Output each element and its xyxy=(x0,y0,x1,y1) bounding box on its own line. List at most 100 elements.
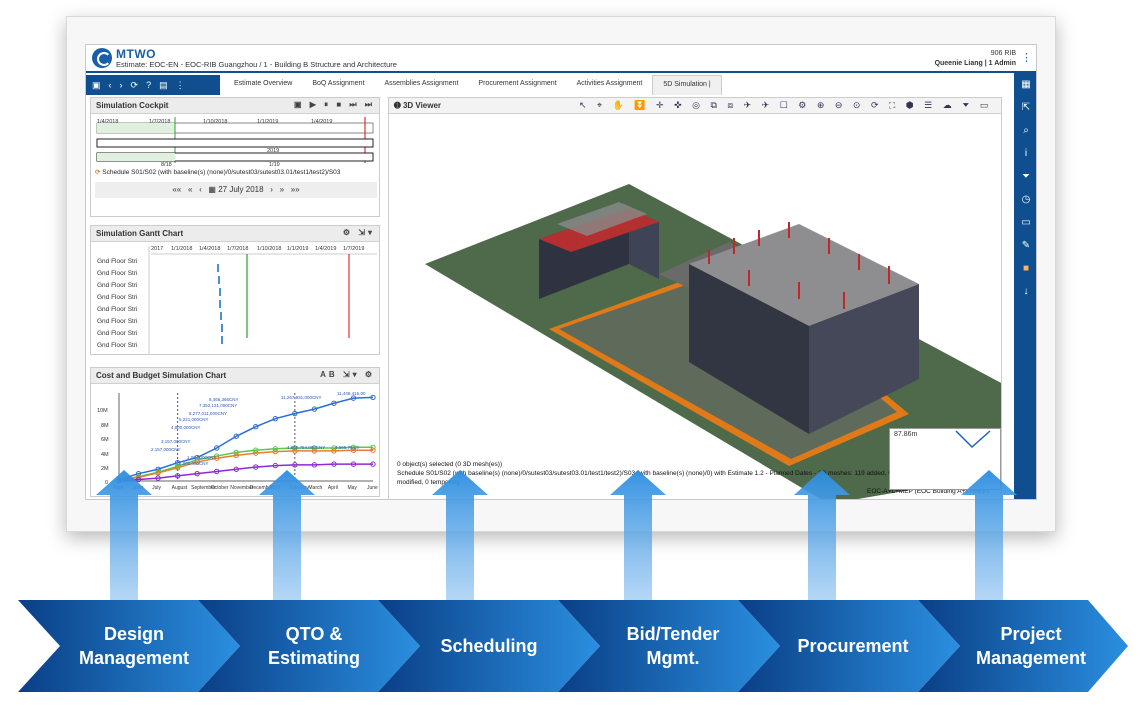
data-label: 6,277,011,000CNY xyxy=(189,411,227,416)
data-label: 4,566,764,000CNY xyxy=(287,445,325,450)
timeline-label: 1/7/2018 xyxy=(149,119,171,125)
previous-icon[interactable]: ‹ xyxy=(109,80,112,90)
viewer-number-icon: ➊ xyxy=(394,101,401,110)
current-date[interactable]: 27 July 2018 xyxy=(218,185,263,194)
viewer-title-text: 3D Viewer xyxy=(402,101,442,110)
cockpit-title-text: Simulation Cockpit xyxy=(96,101,169,110)
timeline-label: 1/4/2018 xyxy=(97,119,119,125)
module-tabs: Estimate Overview BoQ Assignment Assembl… xyxy=(224,75,722,95)
right-sidebar: ▦ ⇱ ⌕ i ⏷ ◷ ▭ ✎ ■ ↓ xyxy=(1014,73,1036,499)
breadcrumb[interactable]: Estimate: EOC-EN - EOC-RIB Guangzhou / 1… xyxy=(116,60,397,69)
playback-controls[interactable]: ▣ ▶ ⏸ ■ ⏭ ⏭ xyxy=(294,100,375,110)
viewer-minimap[interactable]: 87.86m xyxy=(889,428,1001,490)
tab-boq-assignment[interactable]: BoQ Assignment xyxy=(302,75,374,95)
simulation-cockpit-title: Simulation Cockpit ▣ ▶ ⏸ ■ ⏭ ⏭ xyxy=(91,98,379,114)
step-back-many-icon[interactable]: « xyxy=(188,185,192,194)
data-label: 5,221,000CNY xyxy=(179,417,209,422)
filter-icon[interactable]: ⏷ xyxy=(1014,165,1036,188)
user-label: Queenie Liang | 1 Admin xyxy=(934,60,1016,67)
data-label: 8,466,366CNY xyxy=(209,397,239,402)
more-menu-icon[interactable]: ⋮ xyxy=(1021,51,1032,64)
process-step-design-management: Design Management xyxy=(60,600,208,692)
schedule-label[interactable]: ⟳ Schedule S01/S02 (with baseline(s) (no… xyxy=(95,168,377,178)
jump-last-icon[interactable]: »» xyxy=(291,185,300,194)
user-info[interactable]: 906 RIB Queenie Liang | 1 Admin xyxy=(935,49,1016,69)
data-label: 11,267,931,000CNY xyxy=(281,395,321,400)
app-header: MTWO Estimate: EOC-EN - EOC-RIB Guangzho… xyxy=(86,45,1036,73)
data-label: 4,566,764,0 xyxy=(335,445,359,450)
timeline-label: 1/4/2019 xyxy=(311,119,333,125)
cockpit-timeline[interactable] xyxy=(91,115,380,173)
step-back-icon[interactable]: ‹ xyxy=(199,185,202,194)
process-label: Scheduling xyxy=(440,636,538,656)
3d-viewer-panel[interactable]: ➊ 3D Viewer ↖ ⌖ ✋ ⏬ ✛ ✜ ◎ ⧉ ⧈ ✈ ✈ ☐ ⚙ ⊕ … xyxy=(388,97,1002,499)
process-label: Management xyxy=(975,648,1087,668)
x-tick-label: May xyxy=(347,485,357,491)
save-icon[interactable]: ▣ xyxy=(92,80,101,91)
gantt-bars xyxy=(148,246,377,354)
grid-icon[interactable]: ▦ xyxy=(1014,73,1036,96)
toolbar-buttons: ▣ ‹ › ⟳ ? ▤ ⋮ xyxy=(86,75,220,95)
timeline-label: 1/10/2018 xyxy=(203,119,228,125)
process-label: QTO & xyxy=(285,624,343,644)
data-label: 2,157,000CNY xyxy=(151,447,181,452)
x-tick-label: April xyxy=(328,485,338,491)
process-label: Estimating xyxy=(267,648,360,668)
process-label: Project xyxy=(1000,624,1062,644)
step-forward-many-icon[interactable]: » xyxy=(280,185,284,194)
tab-5d-simulation[interactable]: 5D Simulation | xyxy=(652,75,722,95)
search-icon[interactable]: ⌕ xyxy=(1014,119,1036,142)
refresh-icon[interactable]: ⟳ xyxy=(131,80,139,91)
tab-procurement-assignment[interactable]: Procurement Assignment xyxy=(468,75,566,95)
process-label: Mgmt. xyxy=(646,648,700,668)
layout-icon[interactable]: ▤ xyxy=(159,80,168,91)
main-toolbar: ▣ ‹ › ⟳ ? ▤ ⋮ Estimate Overview BoQ Assi… xyxy=(86,75,1014,95)
jump-first-icon[interactable]: «« xyxy=(172,185,181,194)
simulation-cockpit-panel: Simulation Cockpit ▣ ▶ ⏸ ■ ⏭ ⏭ 1/4/2018 … xyxy=(90,97,380,217)
next-icon[interactable]: › xyxy=(120,80,123,90)
x-tick-label: June xyxy=(367,485,378,491)
download-icon[interactable]: ↓ xyxy=(1014,280,1036,303)
cost-chart-controls[interactable]: AB ⇲▾ ⚙ xyxy=(320,370,375,379)
timeline-label: 2019 xyxy=(267,148,280,154)
cost-budget-title: Cost and Budget Simulation Chart AB ⇲▾ ⚙ xyxy=(91,368,379,384)
document-icon[interactable]: ▭ xyxy=(1014,211,1036,234)
schedule-text: Schedule S01/S02 (with baseline(s) (none… xyxy=(102,169,341,176)
tab-activities-assignment[interactable]: Activities Assignment xyxy=(567,75,653,95)
step-forward-icon[interactable]: › xyxy=(270,185,273,194)
tab-estimate-overview[interactable]: Estimate Overview xyxy=(224,75,302,95)
data-label: 1,000,000CNY xyxy=(179,461,209,466)
viewer-toolbar[interactable]: ↖ ⌖ ✋ ⏬ ✛ ✜ ◎ ⧉ ⧈ ✈ ✈ ☐ ⚙ ⊕ ⊖ ⊙ ⟳ ⛶ ⬢ ☰ … xyxy=(579,100,992,111)
process-step-project-management: Project Management xyxy=(958,600,1104,692)
mtwo-app-window: MTWO Estimate: EOC-EN - EOC-RIB Guangzho… xyxy=(85,44,1037,500)
x-tick-label: June xyxy=(133,485,144,491)
mtwo-logo-icon xyxy=(92,48,112,68)
gantt-settings-icon[interactable]: ⚙ ⇲▾ xyxy=(343,228,375,237)
ab-label[interactable]: AB xyxy=(320,370,338,379)
data-label: 3,157,000CNY xyxy=(161,439,191,444)
cost-chart-plot[interactable]: 8,466,366CNY7,352,131,000CNY 6,277,011,00… xyxy=(91,385,380,497)
date-navigator: «« « ‹ ▦ 27 July 2018 › » »» xyxy=(95,182,377,198)
toolbar-more-icon[interactable]: ⋮ xyxy=(176,80,185,91)
clock-icon[interactable]: ◷ xyxy=(1014,188,1036,211)
help-icon[interactable]: ? xyxy=(146,80,151,90)
data-label: 4,800,000CNY xyxy=(171,425,201,430)
x-tick-label: August xyxy=(172,485,188,491)
process-step-procurement: Procurement xyxy=(778,600,928,692)
data-label: 7,352,131,000CNY xyxy=(199,403,237,408)
process-label: Design xyxy=(103,624,164,644)
export-icon[interactable]: ⇱ xyxy=(1014,96,1036,119)
tab-assemblies-assignment[interactable]: Assemblies Assignment xyxy=(375,75,469,95)
cost-title-text: Cost and Budget Simulation Chart xyxy=(96,371,227,380)
calendar-icon[interactable]: ▦ xyxy=(208,185,216,194)
warning-icon[interactable]: ■ xyxy=(1014,257,1036,280)
process-label: Bid/Tender xyxy=(626,624,720,644)
company-label: 906 RIB xyxy=(990,50,1016,57)
simulation-gantt-panel: Simulation Gantt Chart ⚙ ⇲▾ 2017 1/1/201… xyxy=(90,225,380,355)
gantt-title: Simulation Gantt Chart ⚙ ⇲▾ xyxy=(91,226,379,242)
info-icon[interactable]: i xyxy=(1014,142,1036,165)
wand-icon[interactable]: ✎ xyxy=(1014,234,1036,257)
process-label: Management xyxy=(78,648,190,668)
process-step-qto-estimating: QTO & Estimating xyxy=(240,600,388,692)
schedule-refresh-icon[interactable]: ⟳ xyxy=(95,169,100,176)
